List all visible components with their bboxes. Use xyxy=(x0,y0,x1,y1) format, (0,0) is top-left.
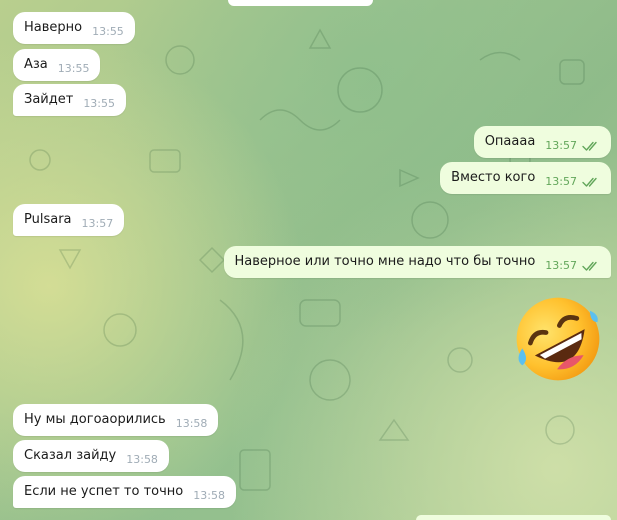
message-list[interactable]: Наверно 13:55 Аза 13:55 Зайдет 13:55 Опа… xyxy=(0,0,617,520)
message-text: Опаааа xyxy=(484,134,536,149)
message-bubble-incoming[interactable]: Если не успет то точно 13:58 xyxy=(13,476,236,508)
message-time: 13:58 xyxy=(126,453,158,466)
message-text: Зайдет xyxy=(24,92,74,107)
double-check-icon xyxy=(582,261,597,271)
message-text: Сказал зайду xyxy=(24,448,117,463)
message-text: Если не успет то точно xyxy=(24,484,184,499)
message-bubble-incoming[interactable]: Сказал зайду 13:58 xyxy=(13,440,169,472)
message-time: 13:55 xyxy=(57,62,90,75)
double-check-icon xyxy=(582,177,597,187)
message-text: Ну мы догоаорились xyxy=(24,412,166,427)
message-time: 13:57 xyxy=(545,139,577,152)
message-time: 13:57 xyxy=(81,217,114,230)
message-time: 13:57 xyxy=(545,259,577,272)
message-time: 13:57 xyxy=(545,175,577,188)
message-time: 13:55 xyxy=(92,25,124,38)
double-check-icon xyxy=(582,141,597,151)
message-bubble-incoming[interactable]: Зайдет 13:55 xyxy=(13,84,127,116)
message-bubble-incoming[interactable]: Ну мы догоаорились 13:58 xyxy=(13,404,219,436)
message-bubble-outgoing[interactable]: Опаааа 13:57 xyxy=(473,126,611,158)
message-text: Pulsara xyxy=(24,212,72,227)
message-time: 13:58 xyxy=(175,417,208,430)
message-bubble-outgoing[interactable]: Вместо кого 13:57 xyxy=(440,162,611,194)
rolling-on-floor-laughing-emoji[interactable] xyxy=(511,292,605,386)
message-bubble-incoming[interactable]: Наверно 13:55 xyxy=(13,12,135,44)
message-bubble-incoming[interactable]: Pulsara 13:57 xyxy=(13,204,125,236)
next-message-edge xyxy=(416,515,611,520)
message-text: Наверное или точно мне надо что бы точно xyxy=(234,254,536,269)
message-text: Наверно xyxy=(24,20,83,35)
message-bubble-incoming[interactable]: Аза 13:55 xyxy=(13,49,101,81)
message-time: 13:58 xyxy=(193,489,225,502)
message-text: Аза xyxy=(24,57,48,72)
message-bubble-outgoing[interactable]: Наверное или точно мне надо что бы точно… xyxy=(223,246,611,278)
message-time: 13:55 xyxy=(83,97,116,110)
message-text: Вместо кого xyxy=(451,170,536,185)
